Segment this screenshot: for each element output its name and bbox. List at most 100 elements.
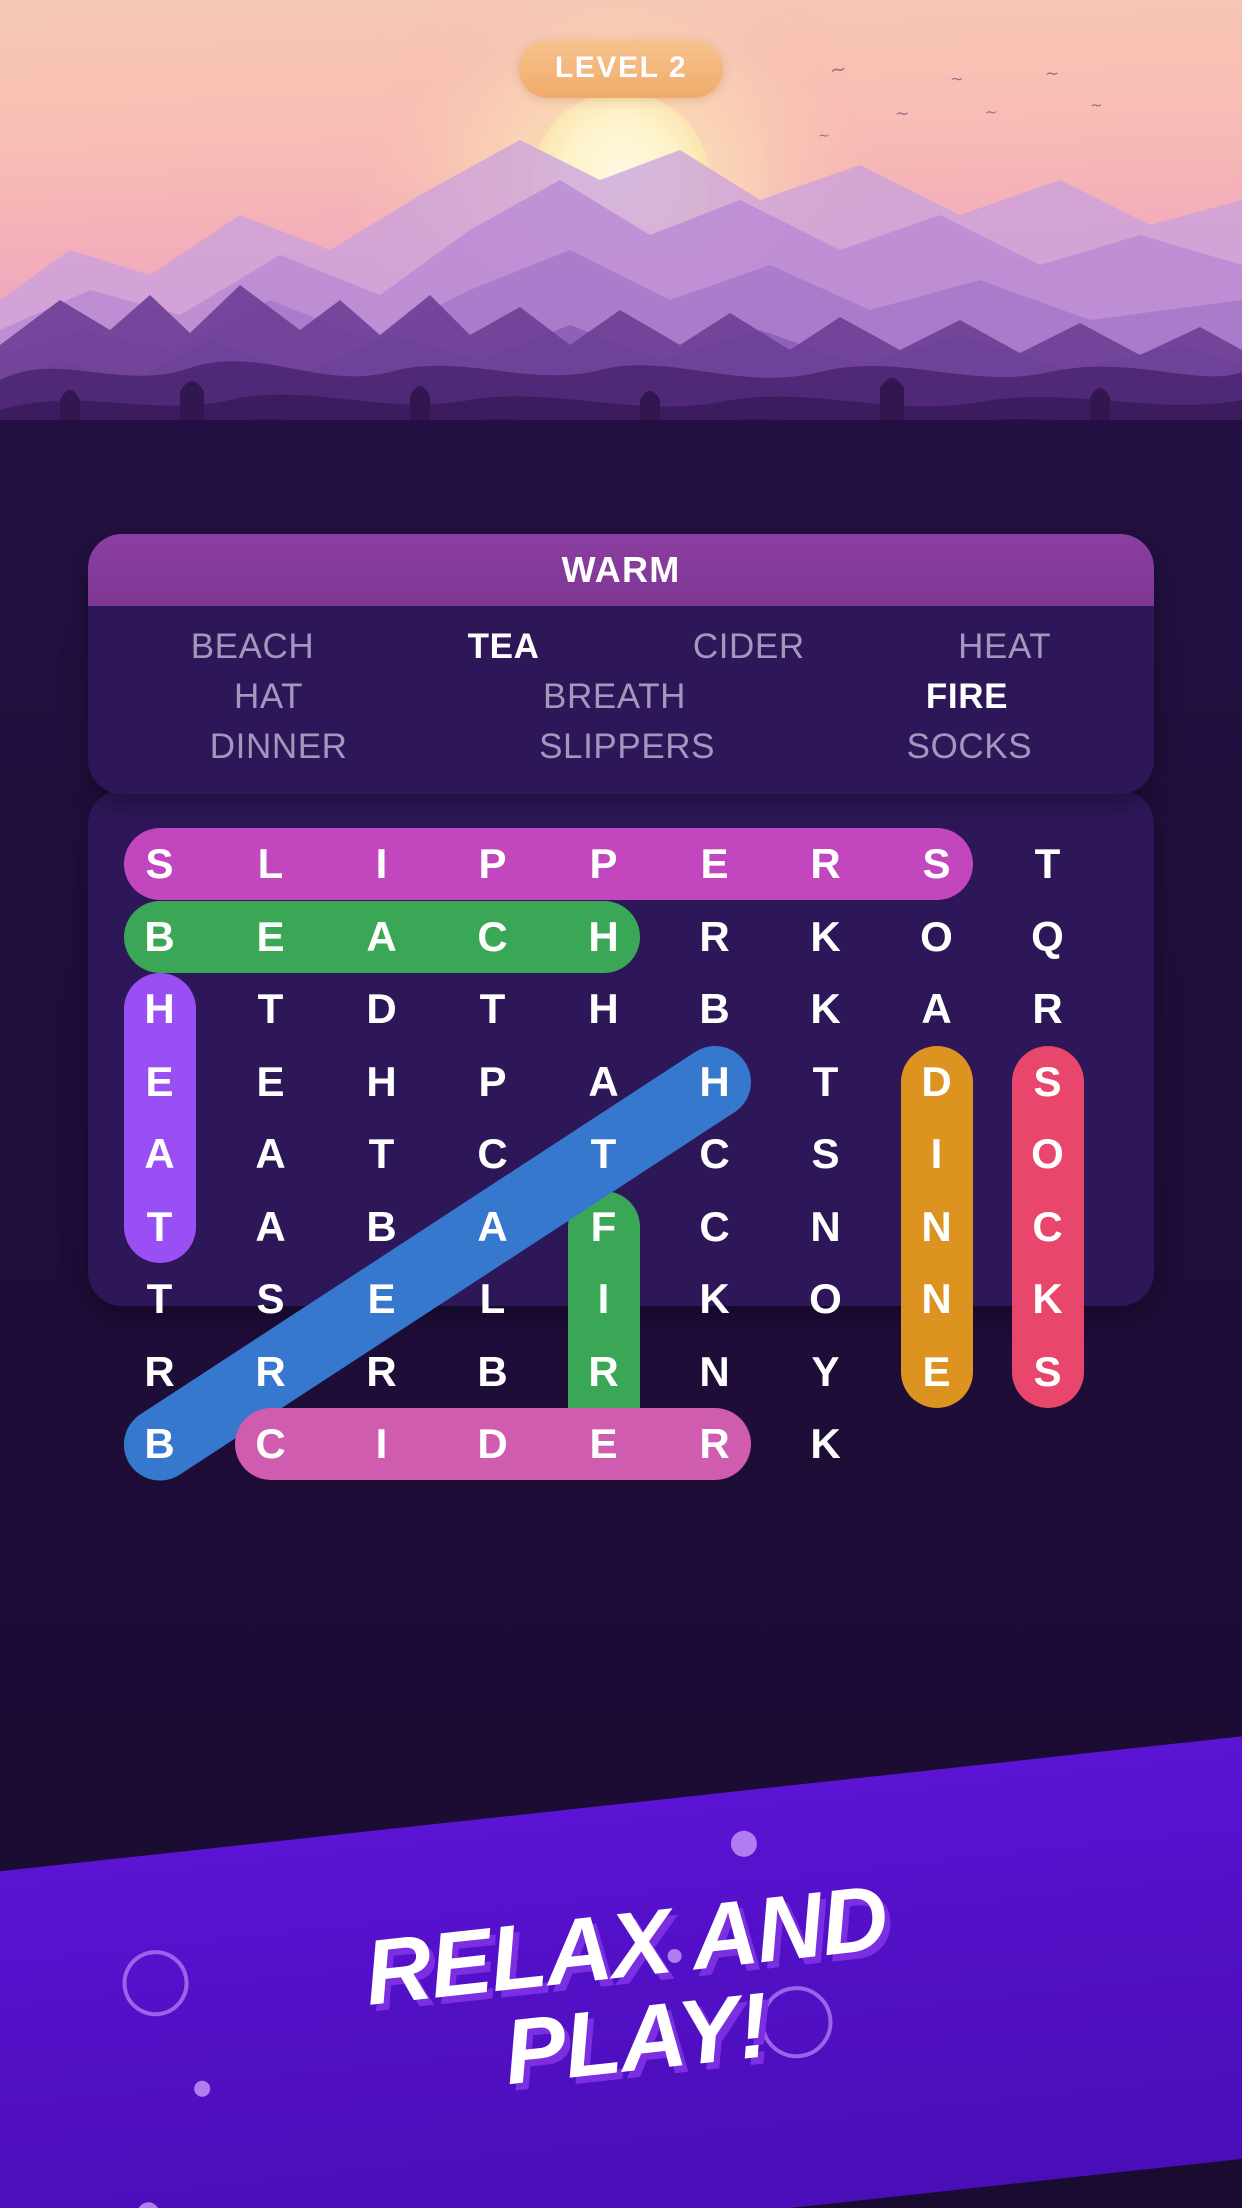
grid-cell[interactable]: N	[901, 1263, 973, 1335]
grid-cell[interactable]: P	[568, 828, 640, 900]
banner-dot	[136, 2201, 161, 2208]
letter-grid[interactable]: SLIPPERSTBEACHRKOQHTDTHBKAREEHPAHTDSAATC…	[96, 800, 1146, 1495]
grid-cell[interactable]: K	[790, 901, 862, 973]
grid-cell[interactable]: H	[346, 1046, 418, 1118]
grid-cell[interactable]: R	[346, 1336, 418, 1408]
theme-title: WARM	[561, 549, 681, 590]
grid-cell[interactable]: A	[124, 1118, 196, 1190]
grid-cell[interactable]: A	[235, 1191, 307, 1263]
grid-cell[interactable]: Y	[790, 1336, 862, 1408]
grid-cell[interactable]: T	[457, 973, 529, 1045]
grid-cell[interactable]: H	[679, 1046, 751, 1118]
grid-cell[interactable]: S	[901, 828, 973, 900]
grid-cell[interactable]: C	[1012, 1191, 1084, 1263]
letters-layer[interactable]: SLIPPERSTBEACHRKOQHTDTHBKAREEHPAHTDSAATC…	[96, 800, 1146, 1500]
grid-cell[interactable]: A	[346, 901, 418, 973]
grid-cell[interactable]: T	[124, 1191, 196, 1263]
grid-cell[interactable]: O	[901, 901, 973, 973]
grid-cell[interactable]: C	[679, 1191, 751, 1263]
grid-cell[interactable]: H	[568, 973, 640, 1045]
word-socks: SOCKS	[906, 727, 1033, 766]
grid-cell[interactable]: O	[790, 1263, 862, 1335]
grid-cell[interactable]: R	[124, 1336, 196, 1408]
grid-cell[interactable]: T	[790, 1046, 862, 1118]
grid-cell[interactable]: R	[790, 828, 862, 900]
grid-cell[interactable]: D	[346, 973, 418, 1045]
grid-cell[interactable]: O	[1012, 1118, 1084, 1190]
grid-cell[interactable]: R	[235, 1336, 307, 1408]
grid-cell[interactable]: P	[457, 828, 529, 900]
word-hat: HAT	[233, 677, 304, 716]
grid-cell[interactable]: C	[679, 1118, 751, 1190]
grid-cell[interactable]: S	[1012, 1336, 1084, 1408]
grid-cell[interactable]: B	[124, 901, 196, 973]
grid-cell[interactable]: T	[568, 1118, 640, 1190]
grid-cell[interactable]: K	[1012, 1263, 1084, 1335]
word-cider: CIDER	[692, 627, 805, 666]
grid-cell[interactable]: K	[790, 1408, 862, 1480]
grid-cell[interactable]: S	[124, 828, 196, 900]
word-tea: TEA	[467, 627, 540, 666]
word-fire: FIRE	[925, 677, 1009, 716]
grid-cell[interactable]: B	[679, 973, 751, 1045]
grid-cell[interactable]: T	[1012, 828, 1084, 900]
grid-cell[interactable]: H	[124, 973, 196, 1045]
grid-cell[interactable]: F	[568, 1191, 640, 1263]
grid-cell[interactable]: C	[457, 901, 529, 973]
grid-cell[interactable]: Q	[1012, 901, 1084, 973]
grid-cell[interactable]: E	[235, 1046, 307, 1118]
grid-cell[interactable]: R	[568, 1336, 640, 1408]
grid-cell[interactable]: A	[901, 973, 973, 1045]
grid-cell[interactable]: D	[901, 1046, 973, 1118]
grid-cell[interactable]: R	[679, 901, 751, 973]
word-breath: BREATH	[543, 677, 686, 716]
grid-cell[interactable]: A	[568, 1046, 640, 1118]
grid-cell[interactable]: E	[679, 828, 751, 900]
level-badge: LEVEL 2	[518, 40, 724, 98]
grid-cell[interactable]: S	[790, 1118, 862, 1190]
grid-cell[interactable]: I	[568, 1263, 640, 1335]
grid-cell[interactable]: I	[346, 828, 418, 900]
word-heat: HEAT	[958, 627, 1052, 666]
grid-cell[interactable]: E	[235, 901, 307, 973]
grid-cell[interactable]: N	[679, 1336, 751, 1408]
grid-cell[interactable]: R	[679, 1408, 751, 1480]
word-row: DINNER SLIPPERS SOCKS	[114, 722, 1128, 772]
grid-cell[interactable]: E	[568, 1408, 640, 1480]
grid-cell[interactable]: P	[457, 1046, 529, 1118]
grid-cell[interactable]: H	[568, 901, 640, 973]
grid-cell[interactable]: A	[235, 1118, 307, 1190]
grid-cell[interactable]: T	[124, 1263, 196, 1335]
grid-cell[interactable]: E	[124, 1046, 196, 1118]
grid-cell[interactable]: T	[235, 973, 307, 1045]
grid-cell[interactable]: T	[346, 1118, 418, 1190]
grid-cell[interactable]: C	[235, 1408, 307, 1480]
word-dinner: DINNER	[209, 727, 348, 766]
grid-cell[interactable]: N	[790, 1191, 862, 1263]
grid-cell[interactable]: B	[346, 1191, 418, 1263]
grid-cell[interactable]: S	[1012, 1046, 1084, 1118]
grid-cell[interactable]: E	[901, 1336, 973, 1408]
grid-cell[interactable]: R	[1012, 973, 1084, 1045]
grid-cell[interactable]: D	[457, 1408, 529, 1480]
word-row: HAT BREATH FIRE	[114, 672, 1128, 722]
grid-cell[interactable]: E	[346, 1263, 418, 1335]
grid-cell[interactable]: K	[790, 973, 862, 1045]
word-list: BEACH TEA CIDER HEAT HAT BREATH FIRE DIN…	[88, 606, 1154, 794]
banner-dot	[729, 1829, 759, 1859]
grid-cell[interactable]: B	[124, 1408, 196, 1480]
word-row: BEACH TEA CIDER HEAT	[114, 622, 1128, 672]
game-screen: ∼ ∼ ∼ ∼ ∼ ∼ ∼ LEVEL 2 WARM BEACH TEA CID…	[0, 0, 1242, 2208]
grid-cell[interactable]: A	[457, 1191, 529, 1263]
word-beach: BEACH	[190, 627, 315, 666]
grid-cell[interactable]: C	[457, 1118, 529, 1190]
grid-cell[interactable]: L	[235, 828, 307, 900]
grid-cell[interactable]: I	[901, 1118, 973, 1190]
grid-cell[interactable]: B	[457, 1336, 529, 1408]
grid-cell[interactable]: L	[457, 1263, 529, 1335]
grid-cell[interactable]: N	[901, 1191, 973, 1263]
theme-header: WARM	[88, 534, 1154, 606]
grid-cell[interactable]: K	[679, 1263, 751, 1335]
grid-cell[interactable]: S	[235, 1263, 307, 1335]
grid-cell[interactable]: I	[346, 1408, 418, 1480]
